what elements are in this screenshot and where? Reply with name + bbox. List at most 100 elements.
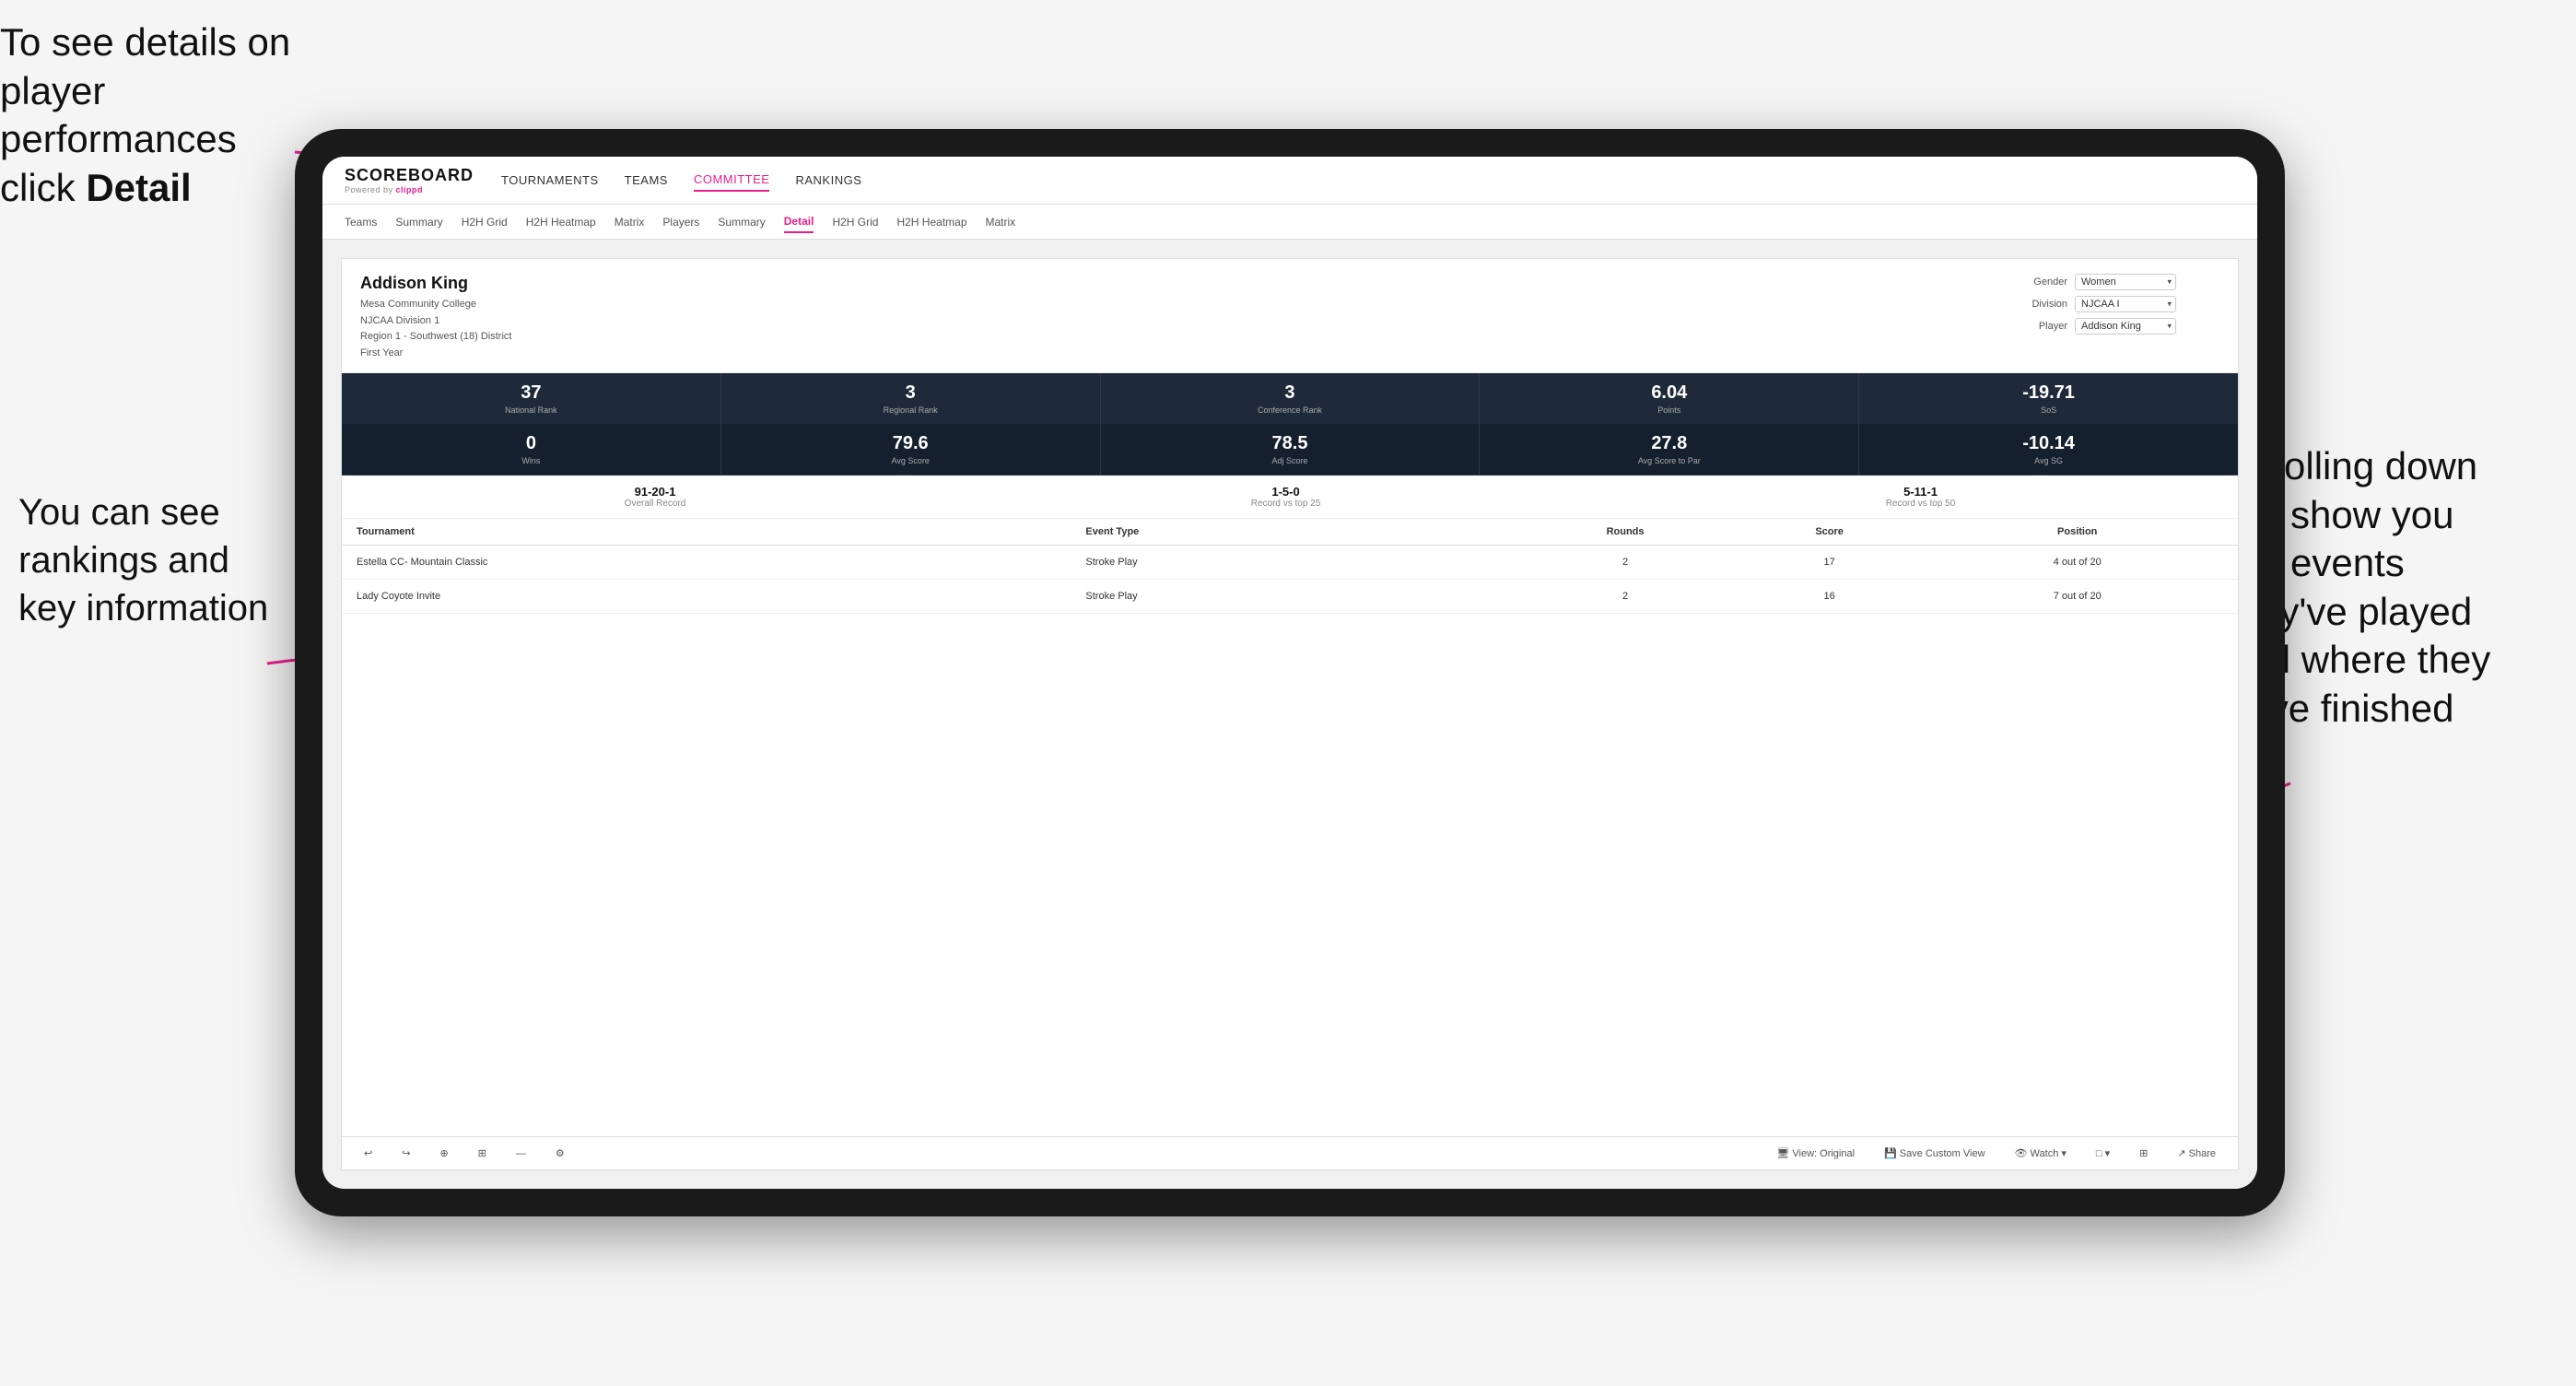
toolbar-redo[interactable]: ↪ <box>394 1145 417 1162</box>
record-top50-label: Record vs top 50 <box>1886 499 1956 509</box>
stat-value-adj-score: 78.5 <box>1108 433 1472 454</box>
toolbar-minus[interactable]: — <box>509 1145 533 1162</box>
stat-label-sos: SoS <box>1867 405 2231 415</box>
toolbar-expand[interactable]: ⊞ <box>2132 1145 2155 1162</box>
td-event-2: Stroke Play <box>1085 591 1523 602</box>
sub-nav-summary2[interactable]: Summary <box>718 212 765 232</box>
toolbar-undo[interactable]: ↩ <box>357 1145 380 1162</box>
stat-label-conference-rank: Conference Rank <box>1108 405 1472 415</box>
stat-avg-score-to-par: 27.8 Avg Score to Par <box>1480 424 1859 475</box>
stat-label-points: Points <box>1487 405 1851 415</box>
record-top25: 1-5-0 Record vs top 25 <box>1251 485 1321 509</box>
player-division: NJCAA Division 1 <box>360 313 511 330</box>
tablet-screen: SCOREBOARD Powered by clippd TOURNAMENTS… <box>322 157 2257 1189</box>
toolbar-screen[interactable]: □ ▾ <box>2089 1145 2117 1162</box>
toolbar-grid[interactable]: ⊞ <box>471 1145 494 1162</box>
toolbar-save-custom[interactable]: 💾 Save Custom View <box>1877 1145 1992 1162</box>
th-score: Score <box>1727 526 1932 537</box>
gender-select[interactable]: Women Men <box>2075 274 2176 290</box>
stat-conference-rank: 3 Conference Rank <box>1101 373 1481 424</box>
detail-panel: Addison King Mesa Community College NJCA… <box>341 258 2239 1170</box>
stat-adj-score: 78.5 Adj Score <box>1101 424 1481 475</box>
player-school: Mesa Community College <box>360 297 511 313</box>
main-nav-items: TOURNAMENTS TEAMS COMMITTEE RANKINGS <box>501 169 861 192</box>
td-position-1: 4 out of 20 <box>1931 557 2223 568</box>
td-tournament-1: Estella CC- Mountain Classic <box>357 557 1085 568</box>
logo-clippd: clippd <box>396 185 424 194</box>
sub-nav-players[interactable]: Players <box>662 212 699 232</box>
player-select-wrapper: Addison King <box>2075 318 2176 335</box>
stat-label-avg-score-to-par: Avg Score to Par <box>1487 456 1851 465</box>
th-rounds: Rounds <box>1523 526 1727 537</box>
sub-nav-h2hheatmap[interactable]: H2H Heatmap <box>526 212 596 232</box>
sub-nav-teams[interactable]: Teams <box>345 212 377 232</box>
td-event-1: Stroke Play <box>1085 557 1523 568</box>
annotation-line3: click <box>0 166 86 209</box>
table-row[interactable]: Lady Coyote Invite Stroke Play 2 16 7 ou… <box>342 580 2238 614</box>
stat-sos: -19.71 SoS <box>1859 373 2238 424</box>
stat-national-rank: 37 National Rank <box>342 373 721 424</box>
tournament-table: Tournament Event Type Rounds Score Posit… <box>342 519 2238 1136</box>
sub-nav-detail[interactable]: Detail <box>784 211 814 233</box>
stat-label-adj-score: Adj Score <box>1108 456 1472 465</box>
table-header: Tournament Event Type Rounds Score Posit… <box>342 519 2238 546</box>
nav-rankings[interactable]: RANKINGS <box>795 170 861 191</box>
annotation-bl3: key information <box>18 588 268 628</box>
stat-value-avg-sg: -10.14 <box>1867 433 2231 454</box>
record-overall-label: Overall Record <box>625 499 686 509</box>
player-header: Addison King Mesa Community College NJCA… <box>342 259 2238 373</box>
records-row: 91-20-1 Overall Record 1-5-0 Record vs t… <box>342 476 2238 519</box>
th-position: Position <box>1931 526 2223 537</box>
td-rounds-2: 2 <box>1523 591 1727 602</box>
division-label: Division <box>2017 299 2067 310</box>
record-overall-value: 91-20-1 <box>625 485 686 499</box>
toolbar-settings[interactable]: ⚙ <box>548 1145 572 1162</box>
stats-row-1: 37 National Rank 3 Regional Rank 3 Confe… <box>342 373 2238 424</box>
sub-nav-h2hheatmap2[interactable]: H2H Heatmap <box>896 212 966 232</box>
stat-avg-score: 79.6 Avg Score <box>721 424 1101 475</box>
division-filter-row: Division NJCAA I NJCAA II <box>2017 296 2219 312</box>
sub-nav-h2hgrid2[interactable]: H2H Grid <box>832 212 878 232</box>
division-select[interactable]: NJCAA I NJCAA II <box>2075 296 2176 312</box>
sub-nav-matrix[interactable]: Matrix <box>615 212 645 232</box>
player-filter-row: Player Addison King <box>2017 318 2219 335</box>
player-region: Region 1 - Southwest (18) District <box>360 329 511 346</box>
record-overall: 91-20-1 Overall Record <box>625 485 686 509</box>
player-select[interactable]: Addison King <box>2075 318 2176 335</box>
main-nav: SCOREBOARD Powered by clippd TOURNAMENTS… <box>322 157 2257 205</box>
stat-points: 6.04 Points <box>1480 373 1859 424</box>
sub-nav-matrix2[interactable]: Matrix <box>986 212 1016 232</box>
gender-label: Gender <box>2017 276 2067 288</box>
stat-wins: 0 Wins <box>342 424 721 475</box>
toolbar-view-original[interactable]: 🖥 View: Original <box>1769 1145 1862 1162</box>
player-name: Addison King <box>360 274 511 293</box>
td-tournament-2: Lady Coyote Invite <box>357 591 1085 602</box>
td-score-2: 16 <box>1727 591 1932 602</box>
td-rounds-1: 2 <box>1523 557 1727 568</box>
stats-row-2: 0 Wins 79.6 Avg Score 78.5 Adj Score 27.… <box>342 424 2238 476</box>
annotation-bold: Detail <box>86 166 191 209</box>
stat-label-avg-sg: Avg SG <box>1867 456 2231 465</box>
th-tournament: Tournament <box>357 526 1085 537</box>
player-info-left: Addison King Mesa Community College NJCA… <box>360 274 511 361</box>
annotation-bl2: rankings and <box>18 540 229 581</box>
nav-tournaments[interactable]: TOURNAMENTS <box>501 170 599 191</box>
annotation-bottom-left: You can see rankings and key information <box>18 488 276 632</box>
nav-teams[interactable]: TEAMS <box>625 170 668 191</box>
annotation-line1: To see details on <box>0 20 290 64</box>
toolbar-share[interactable]: ↗ Share <box>2170 1145 2223 1162</box>
record-top25-value: 1-5-0 <box>1251 485 1321 499</box>
stat-label-regional-rank: Regional Rank <box>729 405 1093 415</box>
stat-value-avg-score: 79.6 <box>729 433 1093 454</box>
toolbar-add[interactable]: ⊕ <box>432 1145 455 1162</box>
gender-select-wrapper: Women Men <box>2075 274 2176 290</box>
table-row[interactable]: Estella CC- Mountain Classic Stroke Play… <box>342 546 2238 580</box>
logo-scoreboard: SCOREBOARD <box>345 166 474 185</box>
toolbar-watch[interactable]: 👁 Watch ▾ <box>2008 1145 2074 1162</box>
stat-value-wins: 0 <box>349 433 713 454</box>
player-year: First Year <box>360 346 511 362</box>
sub-nav-summary[interactable]: Summary <box>395 212 442 232</box>
nav-committee[interactable]: COMMITTEE <box>694 169 770 192</box>
record-top50-value: 5-11-1 <box>1886 485 1956 499</box>
sub-nav-h2hgrid[interactable]: H2H Grid <box>462 212 508 232</box>
